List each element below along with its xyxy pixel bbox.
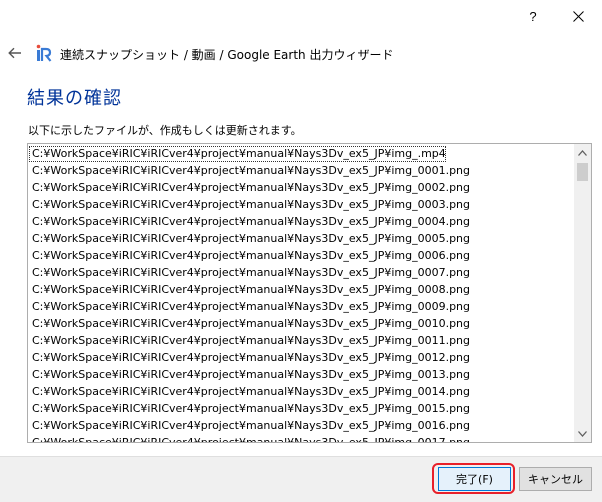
- wizard-title: 連続スナップショット / 動画 / Google Earth 出力ウィザード: [60, 48, 394, 62]
- file-listbox[interactable]: C:¥WorkSpace¥iRIC¥iRICver4¥project¥manua…: [27, 143, 592, 443]
- page-heading: 結果の確認: [27, 88, 122, 109]
- description-text: 以下に示したファイルが、作成もしくは更新されます。: [28, 124, 302, 137]
- file-list-item[interactable]: C:¥WorkSpace¥iRIC¥iRICver4¥project¥manua…: [29, 146, 446, 162]
- file-list-item[interactable]: C:¥WorkSpace¥iRIC¥iRICver4¥project¥manua…: [29, 197, 470, 213]
- file-list-item[interactable]: C:¥WorkSpace¥iRIC¥iRICver4¥project¥manua…: [29, 435, 470, 442]
- file-list-item[interactable]: C:¥WorkSpace¥iRIC¥iRICver4¥project¥manua…: [29, 248, 470, 264]
- chevron-up-icon: [578, 149, 587, 156]
- file-list-item[interactable]: C:¥WorkSpace¥iRIC¥iRICver4¥project¥manua…: [29, 180, 470, 196]
- vertical-scrollbar[interactable]: [574, 144, 591, 442]
- help-button[interactable]: ?: [518, 4, 548, 28]
- cancel-label: キャンセル: [528, 473, 583, 486]
- file-list-item[interactable]: C:¥WorkSpace¥iRIC¥iRICver4¥project¥manua…: [29, 350, 470, 366]
- back-button[interactable]: [5, 44, 25, 62]
- file-list-rows: C:¥WorkSpace¥iRIC¥iRICver4¥project¥manua…: [28, 144, 574, 442]
- wizard-dialog: ? 連続スナップショット / 動画 / Google Earth 出力ウィザード…: [0, 0, 602, 502]
- back-arrow-icon: [8, 47, 21, 59]
- file-list-item[interactable]: C:¥WorkSpace¥iRIC¥iRICver4¥project¥manua…: [29, 384, 470, 400]
- file-list-item[interactable]: C:¥WorkSpace¥iRIC¥iRICver4¥project¥manua…: [29, 231, 470, 247]
- cancel-button[interactable]: キャンセル: [519, 467, 592, 491]
- chevron-down-icon: [578, 430, 587, 437]
- file-list-item[interactable]: C:¥WorkSpace¥iRIC¥iRICver4¥project¥manua…: [29, 214, 470, 230]
- file-list-item[interactable]: C:¥WorkSpace¥iRIC¥iRICver4¥project¥manua…: [29, 418, 470, 434]
- file-list-item[interactable]: C:¥WorkSpace¥iRIC¥iRICver4¥project¥manua…: [29, 367, 470, 383]
- scrollbar-thumb[interactable]: [577, 163, 588, 181]
- close-icon: [572, 10, 584, 22]
- close-button[interactable]: [563, 4, 593, 28]
- iric-logo-icon: [36, 44, 52, 62]
- finish-label: 完了(F): [456, 473, 493, 486]
- scroll-down-button[interactable]: [574, 425, 591, 442]
- file-list-item[interactable]: C:¥WorkSpace¥iRIC¥iRICver4¥project¥manua…: [29, 333, 470, 349]
- file-list-item[interactable]: C:¥WorkSpace¥iRIC¥iRICver4¥project¥manua…: [29, 401, 470, 417]
- file-list-item[interactable]: C:¥WorkSpace¥iRIC¥iRICver4¥project¥manua…: [29, 163, 470, 179]
- finish-button[interactable]: 完了(F): [438, 467, 511, 491]
- scroll-up-button[interactable]: [574, 144, 591, 161]
- footer-bar: [0, 456, 602, 502]
- file-list-item[interactable]: C:¥WorkSpace¥iRIC¥iRICver4¥project¥manua…: [29, 299, 470, 315]
- file-list-item[interactable]: C:¥WorkSpace¥iRIC¥iRICver4¥project¥manua…: [29, 282, 470, 298]
- help-label: ?: [529, 8, 537, 24]
- file-list-item[interactable]: C:¥WorkSpace¥iRIC¥iRICver4¥project¥manua…: [29, 316, 470, 332]
- file-list-item[interactable]: C:¥WorkSpace¥iRIC¥iRICver4¥project¥manua…: [29, 265, 470, 281]
